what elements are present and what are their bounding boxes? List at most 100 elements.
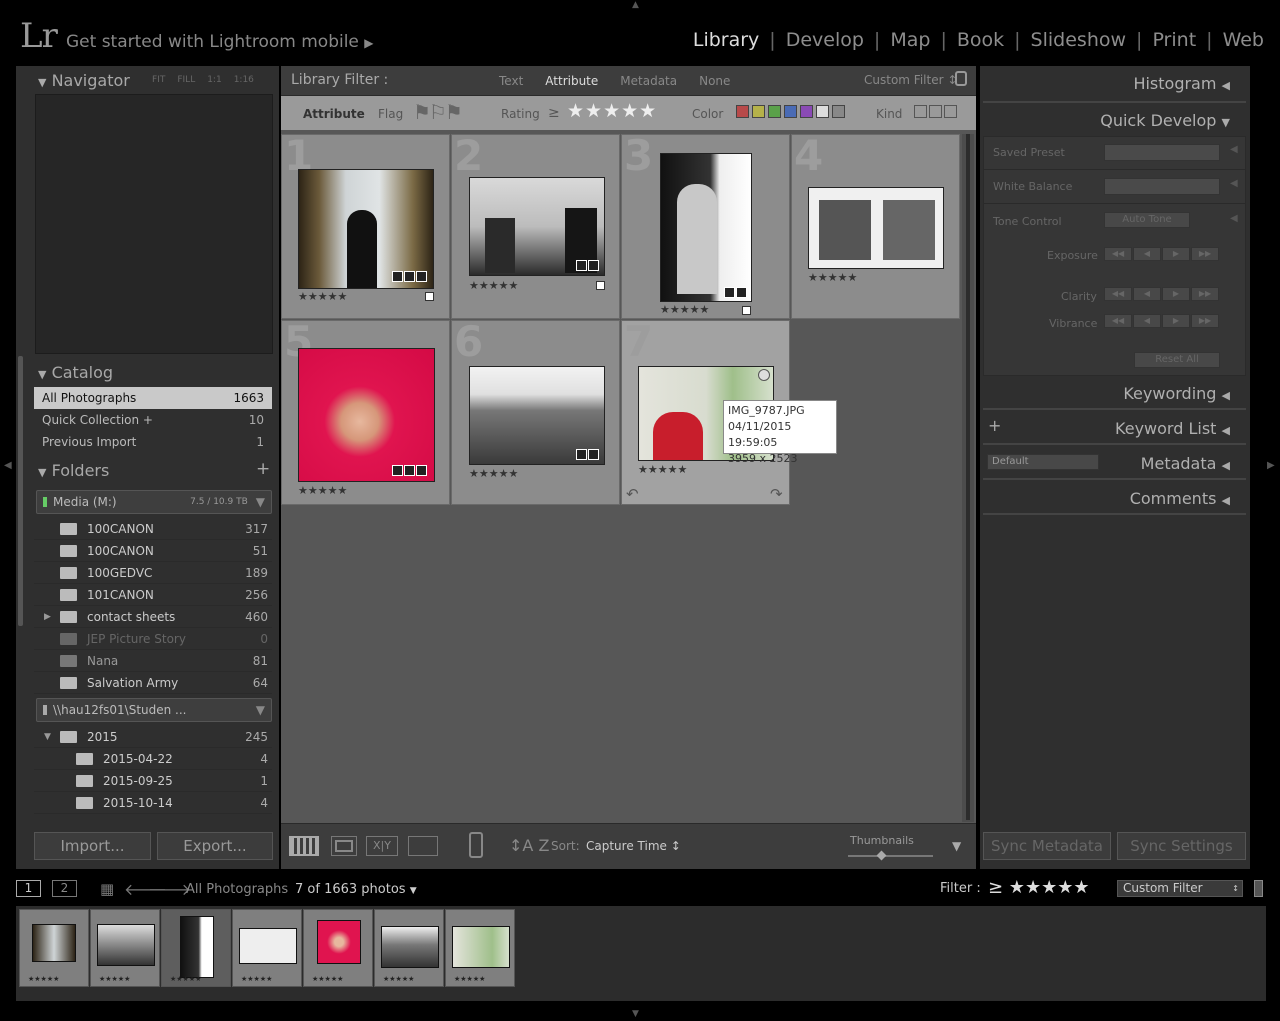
- module-map[interactable]: Map: [880, 29, 940, 51]
- filmstrip-thumb-selected[interactable]: ★★★★★: [161, 909, 231, 987]
- navigator-preview[interactable]: [35, 94, 273, 354]
- metadata-preset-select[interactable]: Default: [987, 454, 1099, 470]
- rating-stars[interactable]: ★★★★★: [638, 463, 687, 476]
- color-swatch-5[interactable]: [800, 105, 813, 118]
- zoom-fit[interactable]: FIT: [152, 75, 165, 85]
- catalog-item-previous-import[interactable]: Previous Import 1: [34, 431, 272, 453]
- left-panel-scrollbar[interactable]: [18, 356, 23, 626]
- filter-tab-none[interactable]: None: [699, 74, 730, 88]
- virtual-copy-icon[interactable]: [929, 105, 942, 118]
- color-swatch-6[interactable]: [816, 105, 829, 118]
- video-icon[interactable]: [944, 105, 957, 118]
- navigator-header[interactable]: ▼ Navigator: [38, 71, 130, 90]
- add-keyword-icon[interactable]: +: [988, 416, 1001, 435]
- module-web[interactable]: Web: [1213, 29, 1264, 51]
- filter-preset-dropdown[interactable]: Custom Filter ↕: [864, 73, 957, 87]
- compare-view-icon[interactable]: X|Y: [366, 836, 398, 856]
- grid-cell[interactable]: 6 ★★★★★: [451, 317, 620, 505]
- bottom-panel-toggle-icon[interactable]: ▼: [632, 1009, 639, 1019]
- module-develop[interactable]: Develop: [776, 29, 874, 51]
- rotate-right-icon[interactable]: ↷: [770, 485, 783, 503]
- catalog-header[interactable]: ▼ Catalog: [38, 363, 113, 382]
- import-button[interactable]: Import...: [34, 832, 151, 860]
- keywording-header[interactable]: Keywording ◀: [1123, 384, 1230, 403]
- expand-icon[interactable]: ◀: [1230, 178, 1238, 189]
- rating-stars[interactable]: ★★★★★: [808, 271, 857, 284]
- folder-row[interactable]: Nana 81: [34, 650, 272, 672]
- chevron-down-icon[interactable]: ▼: [952, 839, 961, 853]
- collapse-icon[interactable]: ▼: [44, 732, 51, 742]
- rating-stars[interactable]: ★★★★★: [660, 303, 709, 316]
- grid-cell[interactable]: 1 ★★★★★: [281, 131, 450, 319]
- filmstrip-thumb[interactable]: ★★★★★: [19, 909, 89, 987]
- auto-tone-button[interactable]: Auto Tone: [1104, 212, 1190, 228]
- zoom-1-16[interactable]: 1:16: [234, 75, 254, 85]
- rotate-left-icon[interactable]: ↶: [626, 485, 639, 503]
- left-panel-toggle-icon[interactable]: ◀: [4, 460, 12, 471]
- photo-thumbnail[interactable]: [660, 153, 752, 302]
- folder-row[interactable]: JEP Picture Story 0: [34, 628, 272, 650]
- filter-lock-icon[interactable]: [1254, 880, 1263, 897]
- loupe-view-icon[interactable]: [331, 836, 357, 856]
- white-balance-select[interactable]: [1104, 178, 1220, 195]
- photo-count-dropdown[interactable]: 7 of 1663 photos ▼: [295, 882, 417, 897]
- color-swatch-7[interactable]: [832, 105, 845, 118]
- filter-tab-attribute[interactable]: Attribute: [545, 74, 598, 88]
- sync-metadata-button[interactable]: Sync Metadata: [983, 832, 1111, 860]
- grid-cell[interactable]: 4 ★★★★★: [791, 131, 960, 319]
- zoom-1-1[interactable]: 1:1: [207, 75, 221, 85]
- quick-collection-marker[interactable]: [742, 306, 751, 315]
- secondary-display-button[interactable]: 2: [52, 880, 77, 897]
- folder-row[interactable]: Salvation Army 64: [34, 672, 272, 694]
- lock-icon[interactable]: [955, 71, 967, 86]
- filter-tab-text[interactable]: Text: [499, 74, 523, 88]
- subfolder-row[interactable]: 2015-04-22 4: [34, 748, 272, 770]
- catalog-item-quick-collection[interactable]: Quick Collection + 10: [34, 409, 272, 431]
- filmstrip-thumb[interactable]: ★★★★★: [232, 909, 302, 987]
- module-print[interactable]: Print: [1142, 29, 1206, 51]
- saved-preset-select[interactable]: [1104, 144, 1220, 161]
- rating-stars[interactable]: ★★★★★: [469, 467, 518, 480]
- grid-scrollbar[interactable]: [962, 134, 974, 822]
- folder-row[interactable]: ▶ contact sheets 460: [34, 606, 272, 628]
- mobile-link[interactable]: Get started with Lightroom mobile ▶: [66, 32, 374, 52]
- subfolder-row[interactable]: 2015-10-14 4: [34, 792, 272, 814]
- keyword-list-header[interactable]: Keyword List ◀: [1115, 419, 1230, 438]
- zoom-fill[interactable]: FILL: [177, 75, 195, 85]
- expand-icon[interactable]: ▶: [44, 612, 51, 622]
- photo-thumbnail[interactable]: [808, 187, 944, 269]
- catalog-item-all-photographs[interactable]: All Photographs 1663: [34, 387, 272, 409]
- filmstrip-source[interactable]: All Photographs: [186, 882, 288, 897]
- forward-arrow-icon[interactable]: 🡒: [148, 879, 191, 899]
- rating-stars-filter[interactable]: ★★★★★: [567, 100, 657, 122]
- color-swatch-1[interactable]: [736, 105, 749, 118]
- sort-dropdown[interactable]: Capture Time ↕: [586, 839, 681, 853]
- quick-collection-circle[interactable]: [758, 369, 770, 381]
- quick-develop-header[interactable]: Quick Develop ▼: [1100, 111, 1230, 130]
- vibrance-stepper[interactable]: ◀◀ ◀ ▶ ▶▶: [1104, 314, 1219, 328]
- filmstrip-thumb[interactable]: ★★★★★: [374, 909, 444, 987]
- flag-icons[interactable]: ⚑⚐⚑: [413, 100, 463, 124]
- color-swatch-2[interactable]: [752, 105, 765, 118]
- primary-display-button[interactable]: 1: [16, 880, 41, 897]
- folder-row[interactable]: 101CANON 256: [34, 584, 272, 606]
- photo-thumbnail[interactable]: [298, 348, 435, 482]
- expand-icon[interactable]: ◀: [1230, 144, 1238, 155]
- folder-row[interactable]: 100CANON 317: [34, 518, 272, 540]
- slider-handle[interactable]: [876, 850, 887, 861]
- sort-direction-icon[interactable]: ↕A Z: [509, 836, 549, 855]
- right-panel-toggle-icon[interactable]: ▶: [1267, 460, 1275, 471]
- master-photo-icon[interactable]: [914, 105, 927, 118]
- filmstrip-thumb[interactable]: ★★★★★: [445, 909, 515, 987]
- survey-view-icon[interactable]: [408, 836, 438, 856]
- rating-stars[interactable]: ★★★★★: [469, 279, 518, 292]
- grid-view-icon[interactable]: [289, 836, 319, 856]
- volume-media[interactable]: Media (M:) 7.5 / 10.9 TB ▼: [36, 490, 272, 514]
- metadata-header[interactable]: Metadata ◀: [1141, 454, 1230, 473]
- reset-all-button[interactable]: Reset All: [1134, 352, 1220, 368]
- add-folder-button[interactable]: +: [256, 459, 270, 479]
- sync-settings-button[interactable]: Sync Settings: [1117, 832, 1246, 860]
- filter-tab-metadata[interactable]: Metadata: [620, 74, 677, 88]
- module-slideshow[interactable]: Slideshow: [1021, 29, 1136, 51]
- module-book[interactable]: Book: [947, 29, 1014, 51]
